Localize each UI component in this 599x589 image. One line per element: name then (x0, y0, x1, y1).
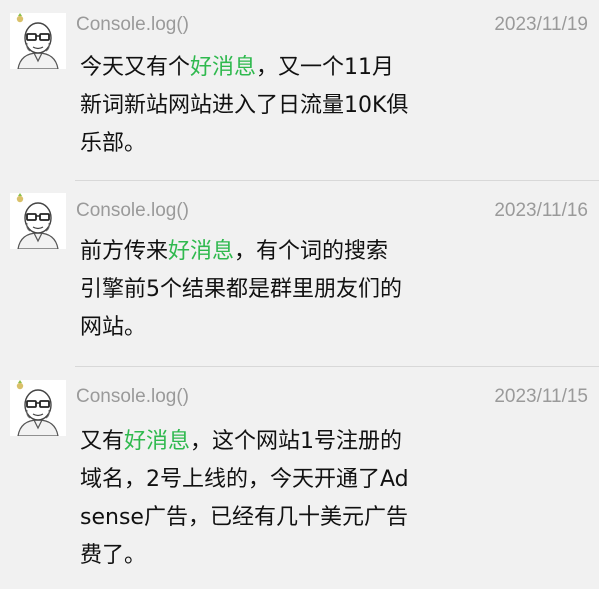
avatar-icon[interactable] (10, 13, 66, 69)
post-date: 2023/11/16 (494, 200, 588, 221)
post-text: 前方传来好消息，有个词的搜索引擎前5个结果都是群里朋友们的网站。 (80, 233, 410, 347)
author-name[interactable]: Console.log() (76, 386, 189, 408)
post-item[interactable]: Console.log() 2023/11/19 今天又有个好消息，又一个11月… (0, 0, 599, 181)
post-text-before: 又有 (80, 429, 125, 454)
post-item[interactable]: Console.log() 2023/11/16 前方传来好消息，有个词的搜索引… (0, 181, 599, 366)
author-name[interactable]: Console.log() (76, 14, 189, 36)
post-text: 又有好消息，这个网站1号注册的域名，2号上线的，今天开通了Adsense广告，已… (80, 423, 410, 575)
post-item[interactable]: Console.log() 2023/11/15 又有好消息，这个网站1号注册的… (0, 366, 599, 589)
avatar-icon[interactable] (10, 380, 66, 436)
post-text: 今天又有个好消息，又一个11月新词新站网站进入了日流量10K俱乐部。 (80, 49, 410, 163)
post-text-before: 前方传来 (80, 239, 169, 264)
highlighted-phrase: 好消息 (124, 429, 191, 454)
post-text-before: 今天又有个 (80, 55, 191, 80)
message-feed: Console.log() 2023/11/19 今天又有个好消息，又一个11月… (0, 0, 599, 589)
author-name[interactable]: Console.log() (76, 200, 189, 222)
highlighted-phrase: 好消息 (190, 55, 257, 80)
post-date: 2023/11/19 (494, 14, 588, 35)
post-date: 2023/11/15 (494, 386, 588, 407)
highlighted-phrase: 好消息 (168, 239, 235, 264)
avatar-icon[interactable] (10, 193, 66, 249)
